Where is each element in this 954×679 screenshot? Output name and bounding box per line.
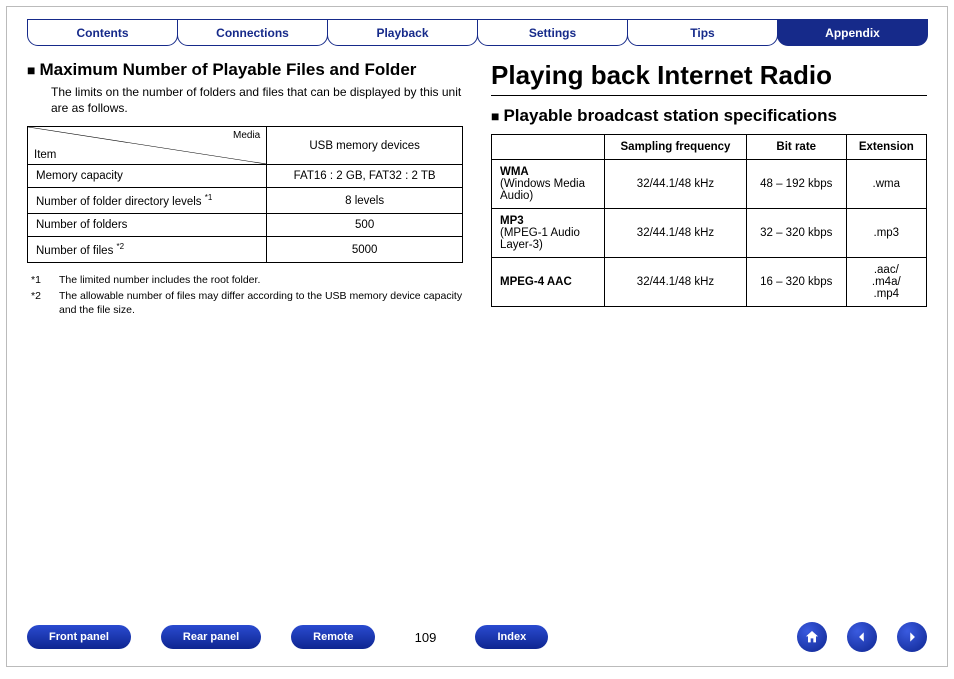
- tab-tips[interactable]: Tips: [627, 19, 778, 46]
- codec-sub: (Windows Media Audio): [500, 178, 585, 202]
- table-row: Number of folder directory levels *1 8 l…: [28, 188, 463, 214]
- table-row: MPEG-4 AAC 32/44.1/48 kHz 16 – 320 kbps …: [492, 258, 927, 307]
- row-item: Number of folders: [36, 219, 127, 231]
- codec-ext: .aac/ .m4a/ .mp4: [846, 258, 926, 307]
- codec-bitrate: 16 – 320 kbps: [746, 258, 846, 307]
- next-icon[interactable]: [897, 622, 927, 652]
- footnote-mark: *2: [31, 289, 49, 317]
- row-value: FAT16 : 2 GB, FAT32 : 2 TB: [267, 165, 463, 188]
- codec-freq: 32/44.1/48 kHz: [605, 258, 747, 307]
- tab-connections[interactable]: Connections: [177, 19, 328, 46]
- tab-settings[interactable]: Settings: [477, 19, 628, 46]
- codec-freq: 32/44.1/48 kHz: [605, 209, 747, 258]
- codec-th-bitrate: Bit rate: [746, 135, 846, 160]
- index-button[interactable]: Index: [475, 625, 548, 649]
- row-item: Number of files: [36, 245, 113, 257]
- table-row: MP3(MPEG-1 Audio Layer-3) 32/44.1/48 kHz…: [492, 209, 927, 258]
- row-note: *1: [205, 193, 213, 202]
- prev-icon[interactable]: [847, 622, 877, 652]
- codec-freq: 32/44.1/48 kHz: [605, 160, 747, 209]
- row-item: Memory capacity: [36, 170, 123, 182]
- right-heading-text: Playable broadcast station specification…: [503, 106, 837, 126]
- row-value: 5000: [267, 237, 463, 263]
- footnote-text: The limited number includes the root fol…: [59, 273, 260, 287]
- footnote-text: The allowable number of files may differ…: [59, 289, 463, 317]
- top-tabs: Contents Connections Playback Settings T…: [27, 19, 927, 46]
- row-value: 8 levels: [267, 188, 463, 214]
- home-icon[interactable]: [797, 622, 827, 652]
- footnotes: *1 The limited number includes the root …: [31, 273, 463, 318]
- bullet-icon: ■: [491, 109, 499, 123]
- left-heading: ■ Maximum Number of Playable Files and F…: [27, 60, 463, 80]
- left-heading-text: Maximum Number of Playable Files and Fol…: [39, 60, 416, 80]
- codec-name: WMA: [500, 166, 529, 178]
- right-column: Playing back Internet Radio ■ Playable b…: [491, 60, 927, 320]
- tab-playback[interactable]: Playback: [327, 19, 478, 46]
- item-label: Item: [34, 149, 56, 161]
- codec-table: Sampling frequency Bit rate Extension WM…: [491, 134, 927, 307]
- rear-panel-button[interactable]: Rear panel: [161, 625, 261, 649]
- bullet-icon: ■: [27, 63, 35, 77]
- codec-bitrate: 48 – 192 kbps: [746, 160, 846, 209]
- codec-th-freq: Sampling frequency: [605, 135, 747, 160]
- codec-name: MPEG-4 AAC: [500, 276, 572, 288]
- page-number: 109: [405, 630, 445, 645]
- codec-sub: (MPEG-1 Audio Layer-3): [500, 227, 580, 251]
- table-row: Number of files *2 5000: [28, 237, 463, 263]
- limits-table: Media Item USB memory devices Memory cap…: [27, 126, 463, 263]
- remote-button[interactable]: Remote: [291, 625, 375, 649]
- codec-th-ext: Extension: [846, 135, 926, 160]
- table-row: WMA(Windows Media Audio) 32/44.1/48 kHz …: [492, 160, 927, 209]
- codec-ext: .mp3: [846, 209, 926, 258]
- media-label: Media: [233, 130, 260, 141]
- tab-appendix[interactable]: Appendix: [777, 19, 928, 46]
- table-row: Number of folders 500: [28, 214, 463, 237]
- page-title: Playing back Internet Radio: [491, 60, 927, 96]
- left-column: ■ Maximum Number of Playable Files and F…: [27, 60, 463, 320]
- col-header: USB memory devices: [267, 127, 463, 165]
- front-panel-button[interactable]: Front panel: [27, 625, 131, 649]
- codec-ext: .wma: [846, 160, 926, 209]
- row-item: Number of folder directory levels: [36, 196, 202, 208]
- codec-th-blank: [492, 135, 605, 160]
- row-value: 500: [267, 214, 463, 237]
- codec-name: MP3: [500, 215, 524, 227]
- bottom-nav: Front panel Rear panel Remote 109 Index: [27, 622, 927, 652]
- codec-bitrate: 32 – 320 kbps: [746, 209, 846, 258]
- tab-contents[interactable]: Contents: [27, 19, 178, 46]
- right-heading: ■ Playable broadcast station specificati…: [491, 106, 927, 126]
- footnote-mark: *1: [31, 273, 49, 287]
- left-lead: The limits on the number of folders and …: [51, 84, 463, 116]
- row-note: *2: [117, 242, 125, 251]
- table-row: Memory capacity FAT16 : 2 GB, FAT32 : 2 …: [28, 165, 463, 188]
